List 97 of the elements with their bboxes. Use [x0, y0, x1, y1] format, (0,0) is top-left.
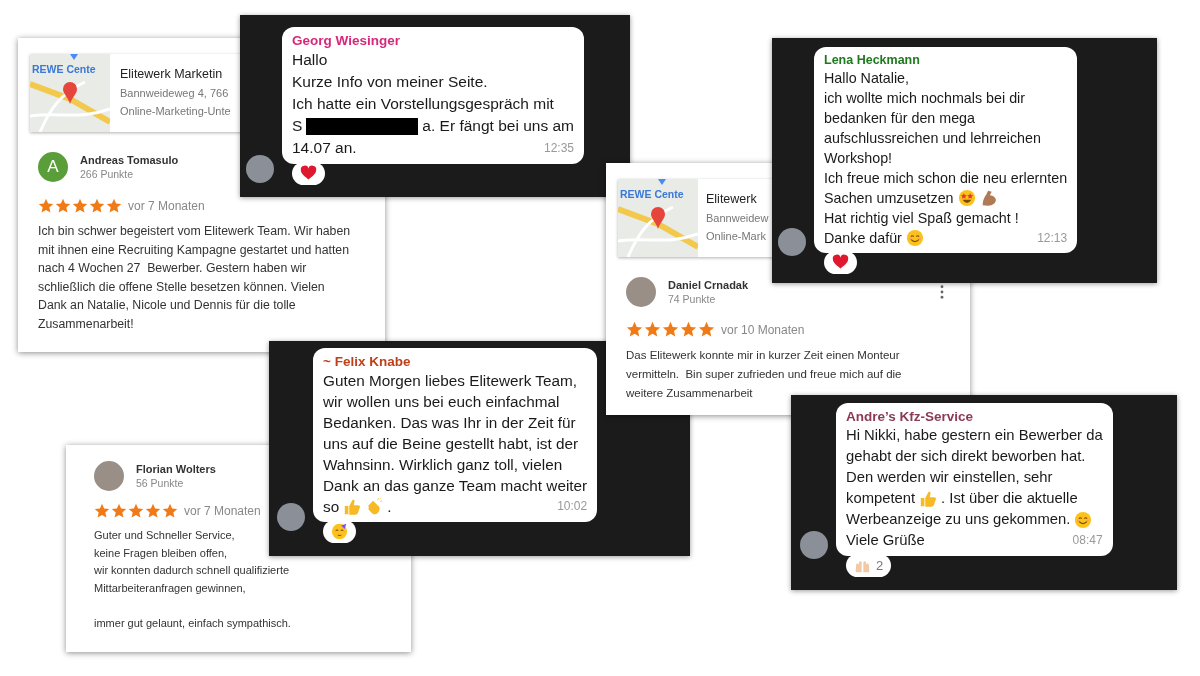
star-icon [698, 321, 715, 338]
reaction-badge[interactable] [824, 251, 857, 274]
business-name: Elitewerk Marketin [120, 67, 224, 81]
avatar [800, 531, 828, 559]
star-icon [644, 321, 661, 338]
reviewer-name: Florian Wolters [136, 463, 216, 475]
message-text: ich wollte mich nochmals bei dir [824, 89, 1026, 108]
star-icon [662, 321, 679, 338]
message-text: Dank an das ganze Team macht weiter [323, 476, 588, 496]
sender-name: ~ Felix Knabe [323, 354, 412, 369]
avatar [246, 155, 274, 183]
reaction-badge[interactable]: 2 [846, 554, 892, 577]
business-category: Online-Marketing-Unte [120, 105, 231, 117]
message-text: S [292, 116, 303, 136]
reviewer-points: 56 Punkte [136, 477, 185, 489]
review-date: vor 7 Monaten [128, 199, 205, 213]
avatar [277, 503, 305, 531]
reviewer-name: Daniel Crnadak [668, 279, 749, 291]
reviewer-points: 74 Punkte [668, 293, 717, 305]
location-marker-icon [658, 179, 666, 185]
message-text: Wahnsinn. Wirklich ganz toll, vielen [323, 455, 563, 475]
reaction-badge[interactable] [292, 162, 325, 185]
message-text: wir wollen uns bei euch einfachmal [323, 392, 560, 412]
review-text: Guter und Schneller Service, keine Fragen bleiben offen, wir konnten dadurch schnell qualifizierte Mittarbeiteranfragen gewinnen, immer gut gelaunt, einfach sympathisch. [94, 528, 291, 631]
message-text: uns auf die Beine gestellt habt, ist der [323, 434, 579, 454]
reviewer-name: Andreas Tomasulo [80, 154, 179, 166]
message-text: Sachen umzusetzen [824, 189, 954, 208]
star-icon [106, 198, 122, 214]
star-icon [111, 503, 127, 519]
message-time: 12:13 [1036, 230, 1068, 247]
message-text: Werbeanzeige zu uns gekommen. [846, 510, 1071, 529]
business-address: Bannweidew [706, 212, 769, 224]
avatar [778, 228, 806, 256]
message-text: Viele Grüße [846, 531, 925, 550]
message-text: Workshop! [824, 149, 893, 168]
map-pin-icon [63, 82, 77, 104]
message-text: Danke dafür [824, 229, 902, 248]
smiling-face-icon [905, 229, 924, 247]
party-face-icon [331, 523, 348, 540]
message-text: Hat richtig viel Spaß gemacht ! [824, 209, 1019, 228]
star-icon [626, 321, 643, 338]
star-icon [94, 503, 110, 519]
message-text: Bedanken. Das was Ihr in der Zeit für [323, 413, 576, 433]
heart-icon [300, 165, 317, 182]
review-text: Das Elitewerk konnte mir in kurzer Zeit einen Monteur vermitteln. Bin super zufrieden und freue mich auf die weitere Zusammenarbeit [626, 348, 902, 401]
smiling-face-icon [1074, 510, 1093, 529]
thumbs-up-icon [343, 497, 362, 516]
message-text: . [387, 497, 392, 517]
thumbs-up-icon [919, 489, 938, 508]
avatar: A [38, 152, 68, 182]
star-icon [89, 198, 105, 214]
sender-name: Andre’s Kfz-Service [846, 409, 975, 424]
sender-name: Lena Heckmann [824, 53, 921, 67]
reviewer-points: 266 Punkte [80, 168, 135, 180]
more-options-icon[interactable] [940, 285, 944, 299]
business-category: Online-Mark [706, 230, 767, 242]
message-text: Ich hatte ein Vorstellungsgespräch mit [292, 94, 554, 114]
message-text: Guten Morgen liebes Elitewerk Team, [323, 371, 577, 391]
message-text: Hallo [292, 50, 328, 70]
message-time: 08:47 [1071, 532, 1103, 549]
map-pin-icon [651, 207, 665, 229]
star-icon [680, 321, 697, 338]
review-date: vor 10 Monaten [721, 322, 805, 337]
message-text: kompetent [846, 489, 916, 508]
sender-name: Georg Wiesinger [292, 33, 401, 48]
map-label: REWE Cente [620, 188, 684, 200]
review-date: vor 7 Monaten [184, 504, 261, 518]
review-text: Ich bin schwer begeistert vom Elitewerk Team. Wir haben mit ihnen eine Recruiting Kampagne gestartet und hatten nach 4 Wochen 27 Bewerber. Gestern haben wir schließlich die offene Stelle besetzen können. Vielen Dank an Natalie, Nicole und Dennis für die tolle Zusammenarbeit! [38, 223, 351, 333]
avatar [94, 461, 124, 491]
message-text: so [323, 497, 340, 517]
avatar [626, 277, 656, 307]
message-text: Ich freue mich schon die neu erlernten [824, 169, 1068, 188]
message-text: gehabt der sich direkt beworben hat. [846, 447, 1086, 466]
message-time: 12:35 [542, 140, 574, 157]
star-icon [162, 503, 178, 519]
reaction-badge[interactable] [323, 520, 356, 543]
message-text: aufschlussreichen und lehrreichen [824, 129, 1041, 148]
location-marker-icon [70, 54, 78, 60]
star-icon [55, 198, 71, 214]
star-icon [128, 503, 144, 519]
message-text: Den werden wir einstellen, sehr [846, 468, 1053, 487]
heart-icon [832, 254, 849, 271]
message-text: Kurze Info von meiner Seite. [292, 72, 488, 92]
message-text: a. Er fängt bei uns am [422, 116, 574, 136]
business-name: Elitewerk [706, 192, 758, 206]
star-icon [72, 198, 88, 214]
star-eyes-face-icon [957, 189, 976, 207]
message-text: bedanken für den mega [824, 109, 976, 128]
map-label: REWE Cente [32, 63, 96, 75]
star-icon [38, 198, 54, 214]
star-icon [145, 503, 161, 519]
business-address: Bannweideweg 4, 766 [120, 87, 230, 99]
message-text: 14.07 an. [292, 138, 357, 158]
message-text: Hi Nikki, habe gestern ein Bewerber da [846, 426, 1103, 445]
message-text: . Ist über die aktuelle [941, 489, 1078, 508]
message-text: Hallo Natalie, [824, 69, 910, 88]
message-time: 10:02 [556, 498, 588, 515]
